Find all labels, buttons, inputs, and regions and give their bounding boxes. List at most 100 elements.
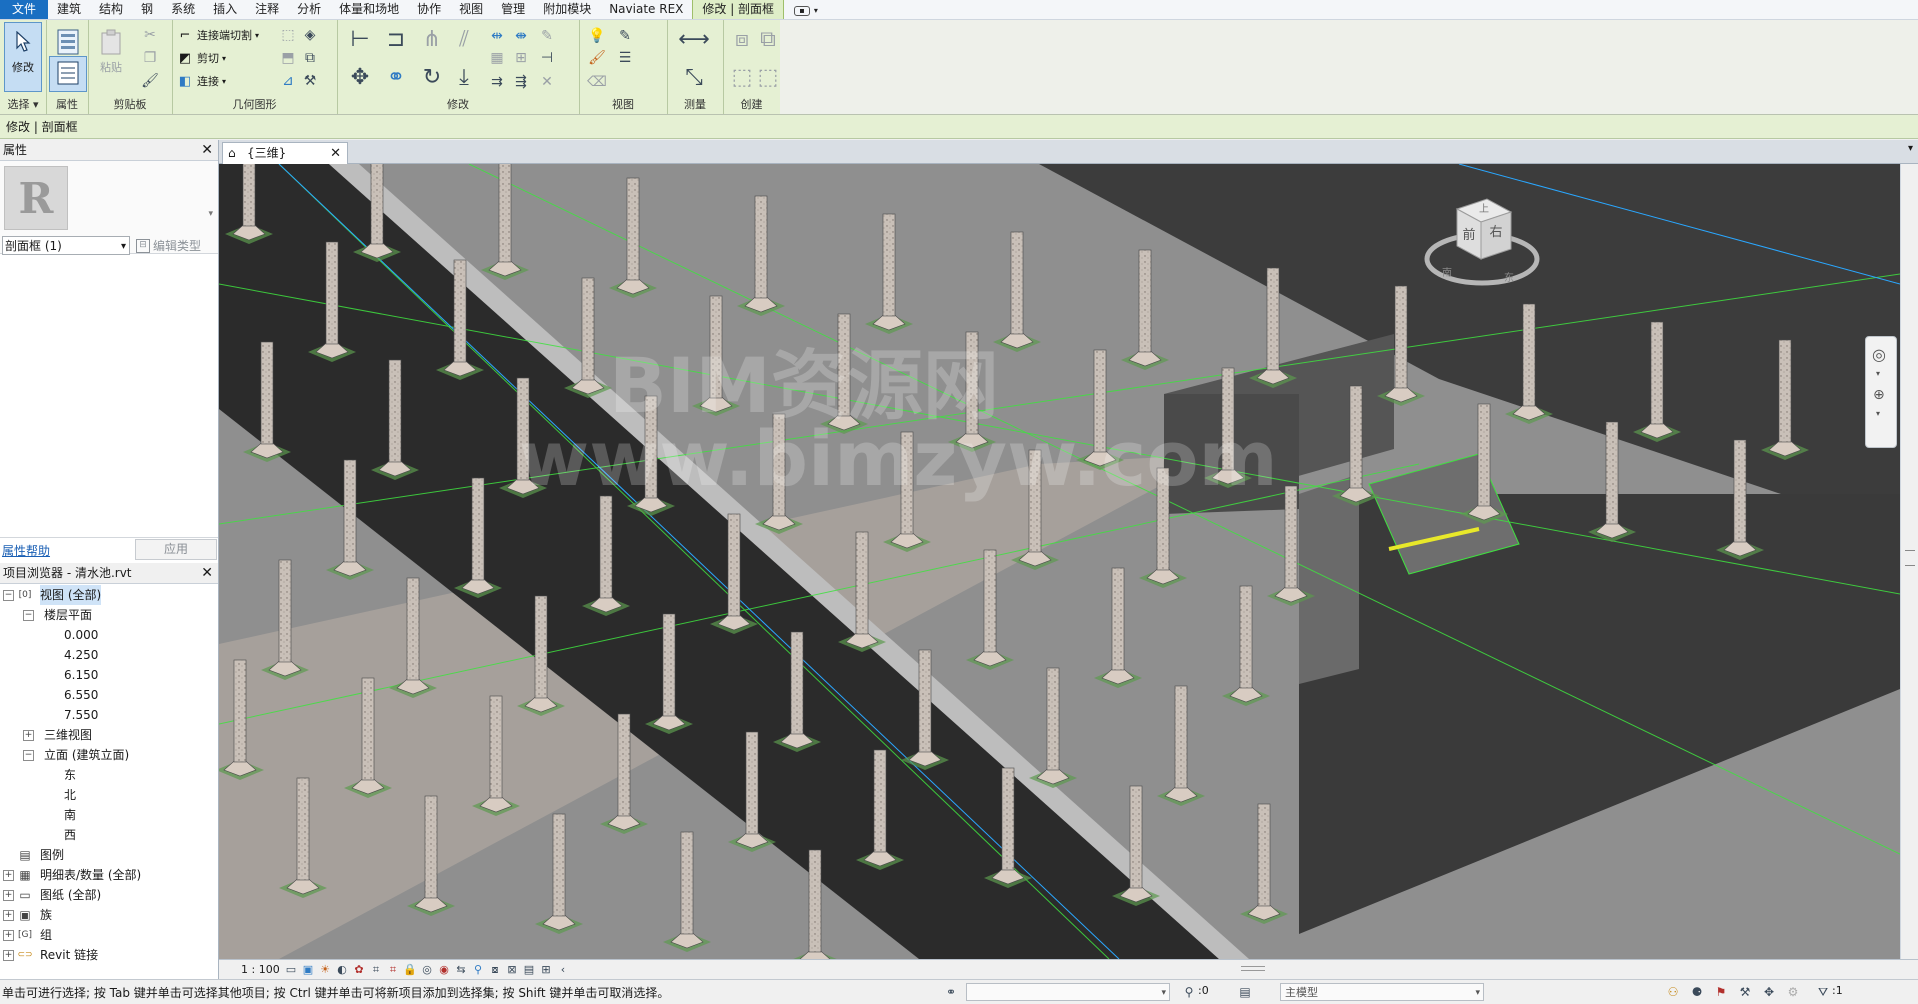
expand-icon[interactable]: ‹ [556, 963, 570, 977]
sun-path-icon[interactable]: ☀ [318, 963, 332, 977]
join-geometry-button[interactable]: ◧ 连接 ▾ [176, 71, 226, 91]
array-icon[interactable]: ▦ [487, 48, 507, 68]
create-parts-icon[interactable]: ⧉ [753, 24, 783, 54]
tab-file[interactable]: 文件 [0, 0, 49, 19]
tab-view[interactable]: 视图 [450, 0, 492, 19]
tab-architecture[interactable]: 建筑 [48, 0, 90, 19]
background-process-icon[interactable]: ⚙ [1784, 983, 1802, 1001]
copy-icon[interactable]: ❐ [140, 48, 160, 68]
chevron-down-icon[interactable]: ▾ [1876, 409, 1880, 418]
cut-geometry-button[interactable]: ◩ 剪切 ▾ [176, 48, 226, 68]
eraser-icon[interactable]: ⌫ [587, 72, 607, 92]
paste-button[interactable]: 粘贴 [92, 22, 130, 92]
demolish-icon[interactable]: ⧉ [300, 48, 320, 68]
zoom-icon[interactable]: ⊕ [1873, 387, 1885, 403]
collapse-toggle-icon[interactable]: − [3, 590, 14, 601]
3d-view-canvas[interactable]: 上 前 右 南 东 ◎ ▾ ⊕ ▾ BIM资源网 www.bimzyw.com [219, 164, 1900, 959]
design-options-icon[interactable]: ▤ [1236, 983, 1254, 1001]
temporary-view-icon[interactable]: ▤ [522, 963, 536, 977]
expand-toggle-icon[interactable]: + [3, 930, 14, 941]
view-vertical-scrollbar[interactable] [1900, 164, 1918, 959]
trim-extend-icon[interactable]: ⤓ [449, 62, 479, 92]
create-similar-icon[interactable]: ⬚ [753, 62, 783, 92]
cut-scissors-icon[interactable]: ✂ [140, 25, 160, 45]
filter-icon[interactable]: ⛛ [1814, 983, 1832, 1001]
tree-item-elevation[interactable]: 南 [0, 805, 218, 825]
modify-button[interactable]: 修改 [4, 22, 42, 92]
aligned-dimension-icon[interactable]: ⤡ [679, 62, 709, 92]
copy-element-icon[interactable]: ⚭ [381, 62, 411, 92]
split-face-icon[interactable]: ◈ [300, 25, 320, 45]
reveal-constraints-icon[interactable]: ⊠ [505, 963, 519, 977]
render-icon[interactable]: ✿ [352, 963, 366, 977]
hammer-icon[interactable]: ⚒ [300, 71, 320, 91]
offset-icon[interactable]: ⊐ [381, 24, 411, 54]
element-filter-select[interactable]: 剖面框 (1) ▾ [2, 236, 130, 255]
scale-icon[interactable]: ⊞ [511, 48, 531, 68]
tree-item-level[interactable]: 6.550 [0, 685, 218, 705]
split-element-icon[interactable]: ⇹ [487, 26, 507, 46]
expand-toggle-icon[interactable]: + [3, 870, 14, 881]
edit-type-button[interactable]: ⊟ 编辑类型 [136, 237, 201, 254]
override-graphics-icon[interactable]: ✎ [615, 26, 635, 46]
tab-analyze[interactable]: 分析 [288, 0, 330, 19]
tree-item-level[interactable]: 0.000 [0, 625, 218, 645]
crop-view-icon[interactable]: ⌗ [369, 963, 383, 977]
join-roof-icon[interactable]: ⊿ [278, 71, 298, 91]
expand-toggle-icon[interactable]: + [3, 910, 14, 921]
visual-style-icon[interactable]: ▣ [301, 963, 315, 977]
tab-systems[interactable]: 系统 [162, 0, 204, 19]
properties-palette-button[interactable] [49, 56, 87, 92]
select-links-icon[interactable]: ⚇ [1664, 983, 1682, 1001]
select-by-face-icon[interactable]: ⚒ [1736, 983, 1754, 1001]
cope-button[interactable]: ⌐ 连接端切割 ▾ [176, 25, 259, 45]
tree-item-elevation[interactable]: 北 [0, 785, 218, 805]
tab-addins[interactable]: 附加模块 [534, 0, 600, 19]
tree-item-floor-plans[interactable]: − 楼层平面 [0, 605, 218, 625]
pin-icon[interactable]: ⊣ [537, 48, 557, 68]
hide-element-icon[interactable]: ☰ [615, 48, 635, 68]
editable-only-icon[interactable]: ⚲ [1180, 983, 1198, 1001]
tab-3d-view[interactable]: ⌂ {三维} ✕ [222, 142, 348, 164]
tab-massing-site[interactable]: 体量和场地 [330, 0, 408, 19]
rotate-icon[interactable]: ↻ [417, 62, 447, 92]
tree-item-revit-links[interactable]: + ⊂⊃ Revit 链接 [0, 945, 218, 965]
measure-between-icon[interactable]: ⟷ [678, 24, 710, 54]
close-icon[interactable]: ✕ [330, 143, 341, 164]
tree-item-level[interactable]: 6.150 [0, 665, 218, 685]
expand-toggle-icon[interactable]: + [3, 890, 14, 901]
tree-item-elevation[interactable]: 东 [0, 765, 218, 785]
navigation-bar[interactable]: ◎ ▾ ⊕ ▾ [1865, 336, 1897, 448]
tree-item-families[interactable]: + ▣ 族 [0, 905, 218, 925]
temporary-hide-icon[interactable]: ◎ [420, 963, 434, 977]
move-icon[interactable]: ✥ [345, 62, 375, 92]
tree-item-3d-views[interactable]: + 三维视图 [0, 725, 218, 745]
analytical-model-icon[interactable]: ⚲ [471, 963, 485, 977]
shadows-icon[interactable]: ◐ [335, 963, 349, 977]
lock-view-icon[interactable]: 🔒 [403, 963, 417, 977]
workset-select[interactable]: ▾ [966, 983, 1170, 1001]
tree-item-legends[interactable]: ▤ 图例 [0, 845, 218, 865]
close-icon[interactable]: ✕ [201, 140, 213, 160]
paint-icon[interactable]: ⬒ [278, 48, 298, 68]
tab-steel[interactable]: 钢 [132, 0, 162, 19]
mirror-axis-icon[interactable]: ⋔ [417, 24, 447, 54]
tree-item-groups[interactable]: + [G] 组 [0, 925, 218, 945]
tab-annotate[interactable]: 注释 [246, 0, 288, 19]
ribbon-minimize-button[interactable]: ▪ ▾ [790, 0, 822, 19]
light-bulb-icon[interactable]: 💡 [587, 26, 607, 46]
extend-icon[interactable]: ⇶ [511, 72, 531, 92]
wall-joins-icon[interactable]: ⬚ [278, 25, 298, 45]
trim-multiple-icon[interactable]: ⇉ [487, 72, 507, 92]
linework-brush-icon[interactable]: 🖌 [587, 48, 607, 68]
match-type-brush-icon[interactable]: 🖌 [140, 71, 160, 91]
align-icon[interactable]: ⊢ [345, 24, 375, 54]
collapse-toggle-icon[interactable]: − [23, 750, 34, 761]
reveal-hidden-icon[interactable]: ◉ [437, 963, 451, 977]
select-panel-title[interactable]: 选择 ▾ [0, 96, 46, 112]
apply-button[interactable]: 应用 [135, 539, 217, 560]
properties-help-link[interactable]: 属性帮助 [2, 542, 50, 559]
highlight-displacement-icon[interactable]: ⧇ [488, 963, 502, 977]
view-properties-icon[interactable]: ⊞ [539, 963, 553, 977]
detail-level-icon[interactable]: ▭ [284, 963, 298, 977]
